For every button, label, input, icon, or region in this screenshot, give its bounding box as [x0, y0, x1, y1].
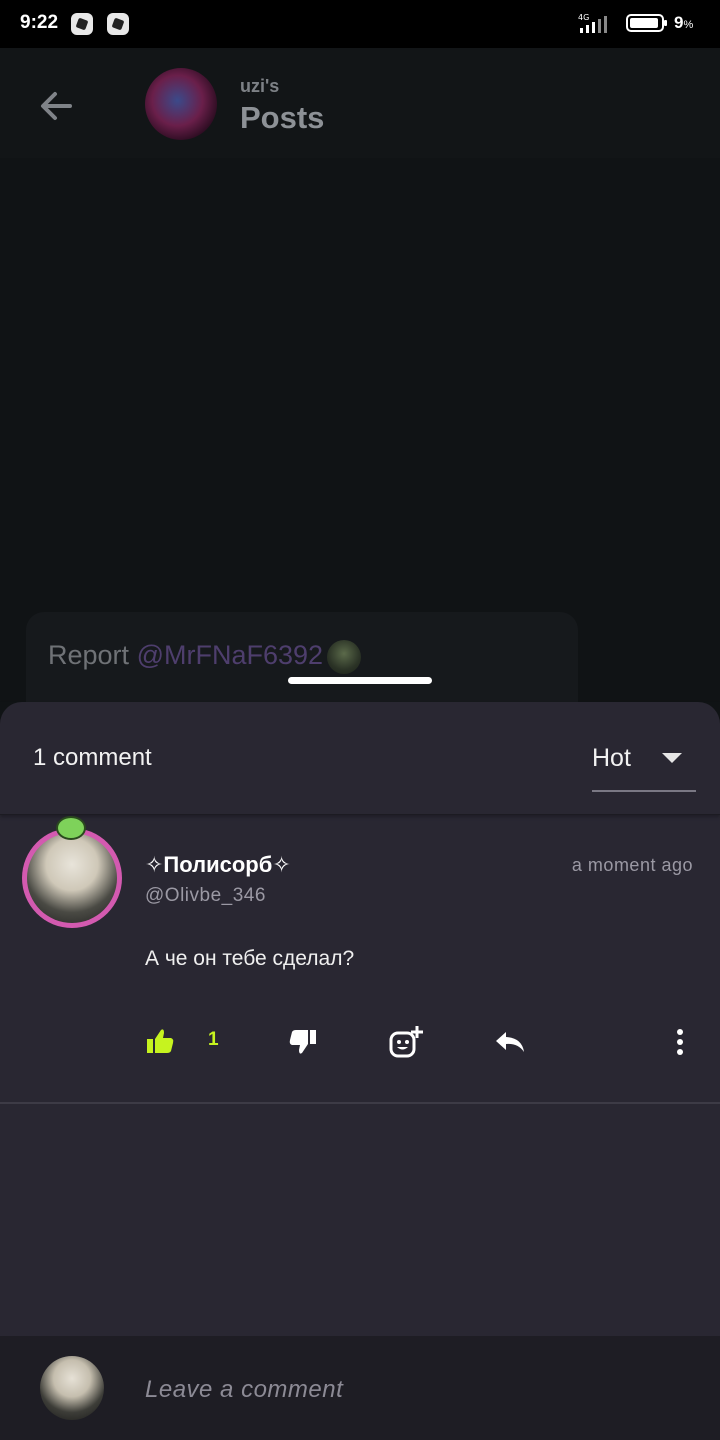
thumbs-down-icon[interactable]: [288, 1024, 318, 1060]
network-type-label: 4G: [578, 13, 589, 22]
posts-header: uzi's Posts: [0, 48, 720, 158]
comments-header: 1 comment Hot: [0, 702, 720, 815]
frog-badge-icon: [56, 816, 86, 840]
comment-count: 1 comment: [33, 744, 152, 771]
comment-time: a moment ago: [571, 855, 693, 875]
comment-input[interactable]: Leave a comment: [145, 1376, 343, 1404]
more-options-icon[interactable]: [668, 1024, 692, 1060]
header-subtitle: uzi's: [240, 76, 280, 96]
status-bar: 9:22 4G 9%: [0, 0, 720, 48]
status-time: 9:22: [20, 12, 59, 33]
comment-composer: Leave a comment: [0, 1336, 720, 1440]
add-reaction-icon[interactable]: [388, 1024, 424, 1060]
mention-avatar: [327, 640, 362, 674]
back-arrow-icon[interactable]: [36, 86, 76, 126]
comment-item: ✧Полисорб✧ @Olivbe_346 a moment ago А че…: [0, 814, 720, 1104]
notification-app-icon: [71, 13, 93, 35]
caret-down-icon: [662, 753, 682, 763]
current-user-avatar: [40, 1356, 104, 1420]
post-mention-link[interactable]: @MrFNaF6392: [137, 640, 323, 670]
notification-app-icon: [107, 13, 129, 35]
commenter-name[interactable]: ✧Полисорб✧: [145, 852, 291, 878]
sheet-drag-handle[interactable]: [288, 677, 432, 684]
reply-icon[interactable]: [494, 1024, 526, 1060]
commenter-username: @Olivbe_346: [145, 885, 266, 906]
comment-text: А че он тебе сделал?: [145, 947, 355, 970]
like-count: 1: [208, 1029, 219, 1050]
page-title: Posts: [240, 100, 325, 135]
sort-dropdown[interactable]: Hot: [592, 738, 696, 792]
community-avatar[interactable]: [145, 68, 217, 140]
battery-icon: [626, 14, 667, 32]
battery-level: 9%: [674, 13, 694, 32]
post-title: Report @MrFNaF6392: [48, 640, 362, 674]
signal-icon: 4G: [578, 13, 607, 33]
thumbs-up-icon[interactable]: [145, 1024, 175, 1060]
commenter-avatar[interactable]: [22, 828, 122, 928]
sort-selected: Hot: [592, 744, 631, 772]
comments-sheet: 1 comment Hot ✧Полисорб✧ @Olivbe_346 a m…: [0, 702, 720, 1440]
